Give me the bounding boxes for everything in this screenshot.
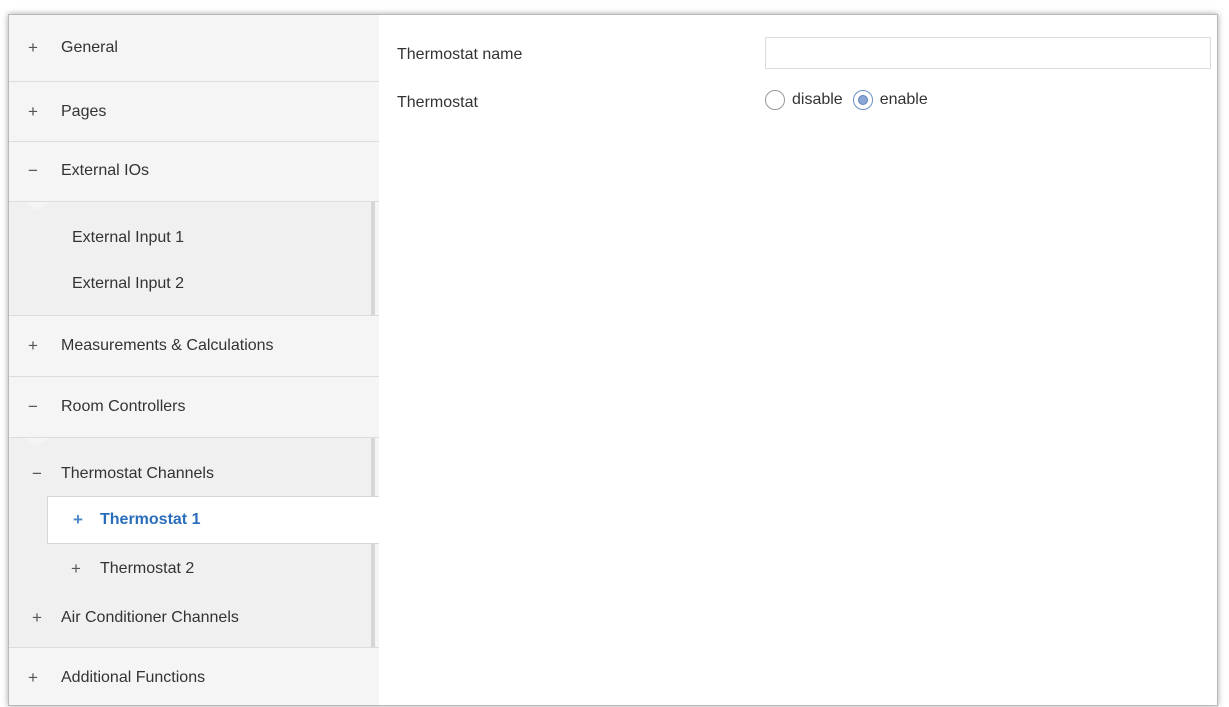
sidebar-item-label: Additional Functions <box>61 668 206 686</box>
sidebar-item-external-input-2[interactable]: External Input 2 <box>9 261 371 307</box>
radio-selected-dot <box>857 95 868 105</box>
thermostat-name-label: Thermostat name <box>397 46 523 63</box>
sidebar-item-room-controllers[interactable]: − Room Controllers <box>9 377 379 436</box>
thermostat-label: Thermostat <box>397 94 478 111</box>
thermostat-name-input[interactable] <box>765 37 1211 69</box>
sidebar-item-label: External IOs <box>61 162 150 179</box>
sidebar-item-external-input-1[interactable]: External Input 1 <box>9 215 371 261</box>
sidebar-item-thermostat-channels[interactable]: − Thermostat Channels <box>9 451 371 497</box>
expand-icon: + <box>28 667 38 687</box>
disable-radio-label[interactable]: disable <box>792 91 843 109</box>
sidebar-item-label: Pages <box>61 102 107 120</box>
sidebar-item-external-ios[interactable]: − External IOs <box>9 142 379 200</box>
thermostat-radio-group: disable enable <box>765 90 938 110</box>
collapse-icon: − <box>28 161 38 180</box>
sidebar-item-label: Room Controllers <box>61 397 186 415</box>
sidebar: + General + Pages − External IOs Externa… <box>9 15 379 705</box>
external-ios-subpanel: External Input 1 External Input 2 <box>9 201 375 315</box>
sidebar-item-label: Air Conditioner Channels <box>61 609 239 626</box>
divider <box>9 201 379 202</box>
notch <box>23 437 51 446</box>
sidebar-item-additional-functions[interactable]: + Additional Functions <box>9 648 379 705</box>
sidebar-item-general[interactable]: + General <box>9 15 379 81</box>
sidebar-item-thermostat-2[interactable]: + Thermostat 2 <box>9 545 371 593</box>
divider <box>9 437 379 438</box>
sidebar-item-pages[interactable]: + Pages <box>9 82 379 141</box>
sidebar-item-label: General <box>61 39 118 56</box>
expand-icon: + <box>73 510 83 529</box>
expand-icon: + <box>28 101 38 121</box>
notch <box>23 201 51 210</box>
sidebar-item-thermostat-1[interactable]: + Thermostat 1 <box>47 496 379 544</box>
sidebar-item-label: Thermostat 1 <box>100 511 201 528</box>
expand-icon: + <box>71 559 81 578</box>
sidebar-item-label: External Input 1 <box>72 229 185 246</box>
collapse-icon: − <box>28 396 38 416</box>
enable-radio[interactable] <box>852 90 873 110</box>
sidebar-item-label: Thermostat 2 <box>100 560 195 577</box>
room-controllers-subpanel: − Thermostat Channels + Thermostat 1 + T… <box>9 437 379 647</box>
expand-icon: + <box>28 38 38 57</box>
collapse-icon: − <box>32 464 42 483</box>
expand-icon: + <box>28 336 38 355</box>
disable-radio[interactable] <box>765 90 785 110</box>
sidebar-item-air-conditioner-channels[interactable]: + Air Conditioner Channels <box>9 594 371 642</box>
app-window: + General + Pages − External IOs Externa… <box>8 14 1218 706</box>
sidebar-item-label: Thermostat Channels <box>61 465 214 482</box>
sidebar-item-measurements[interactable]: + Measurements & Calculations <box>9 316 379 376</box>
settings-panel: Thermostat name Thermostat disable enabl… <box>379 15 1217 705</box>
sidebar-item-label: Measurements & Calculations <box>61 337 274 354</box>
expand-icon: + <box>32 608 42 627</box>
enable-radio-label[interactable]: enable <box>880 91 928 109</box>
sidebar-item-label: External Input 2 <box>72 275 185 292</box>
